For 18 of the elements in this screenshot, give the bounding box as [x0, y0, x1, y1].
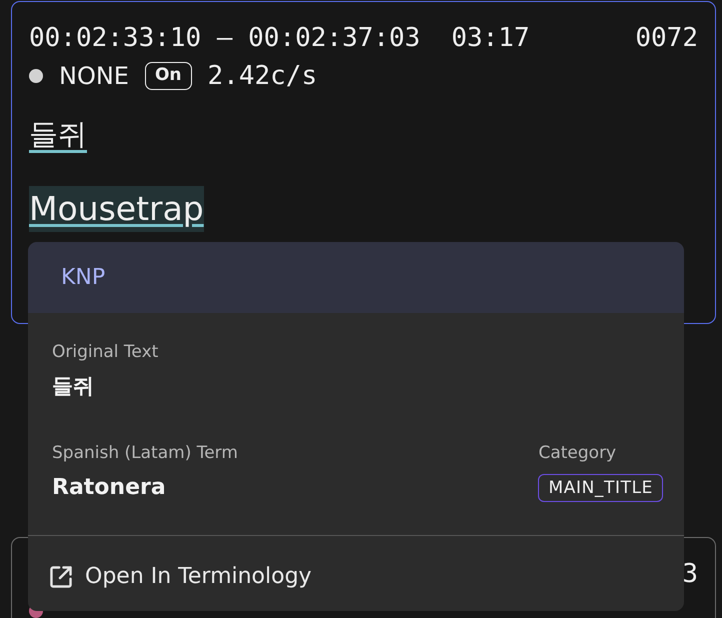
cue-number: 0072 — [635, 23, 698, 53]
duration-text: 03:17 — [451, 23, 530, 53]
field-label: Spanish (Latam) Term — [52, 442, 238, 464]
timecode-range: 00:02:33:10 – 00:02:37:03 — [29, 23, 420, 53]
field-label: Category — [538, 442, 616, 464]
target-term[interactable]: Mousetrap — [29, 186, 204, 232]
reading-rate: 2.42c/s — [208, 61, 318, 91]
term-text: Ratonera — [52, 474, 166, 502]
status-label: NONE — [59, 61, 129, 91]
open-terminology-link[interactable]: Open In Terminology — [50, 562, 312, 590]
category-tag: MAIN_TITLE — [538, 474, 663, 502]
project-code: KNP — [61, 264, 106, 292]
original-text: 들쥐 — [52, 373, 94, 400]
cue-number: 3 — [682, 559, 698, 589]
state-badge: On — [144, 62, 192, 90]
field-label: Original Text — [52, 341, 158, 363]
source-text: 들쥐 — [29, 116, 87, 153]
external-link-icon — [50, 566, 72, 588]
